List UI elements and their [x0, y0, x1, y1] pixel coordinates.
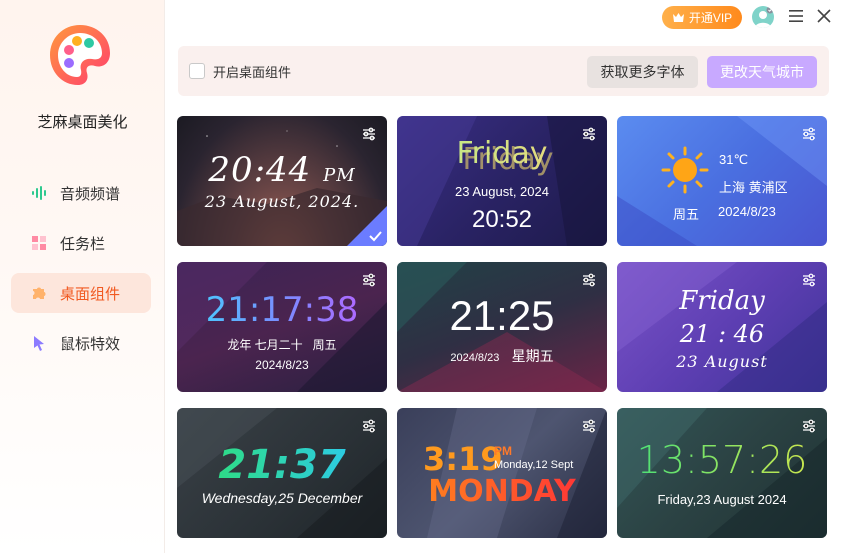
user-avatar[interactable]: [752, 6, 774, 28]
widget-card[interactable]: 3:19 PM Monday,12 Sept MONDAY: [397, 408, 607, 538]
vip-button[interactable]: 开通VIP: [662, 6, 742, 29]
widget-day: Friday: [679, 286, 765, 316]
sidebar-item-audio-spectrum[interactable]: 音频频谱: [11, 173, 151, 213]
widget-card[interactable]: 21:25 2024/8/23 星期五: [397, 262, 607, 392]
sidebar-item-taskbar[interactable]: 任务栏: [11, 223, 151, 263]
widget-date: Wednesday,25 December: [201, 490, 363, 506]
widget-time: 21:17:38: [177, 290, 387, 330]
change-city-button[interactable]: 更改天气城市: [707, 56, 817, 88]
puzzle-icon: [31, 285, 47, 301]
more-fonts-button[interactable]: 获取更多字体: [587, 56, 698, 88]
widget-date: 2024/8/23: [450, 352, 500, 364]
enable-widget-checkbox[interactable]: [189, 63, 205, 79]
widget-card[interactable]: Friday 21 : 46 23 August: [617, 262, 827, 392]
widget-date: 2024/8/23: [718, 204, 776, 219]
widget-ampm: PM: [323, 165, 356, 186]
widget-weekday: 周五: [673, 207, 700, 222]
widget-date: 2024/8/23: [255, 358, 309, 372]
user-icon: [755, 6, 774, 28]
sidebar-item-label: 桌面组件: [60, 285, 121, 303]
widget-time: 13:57:26: [617, 438, 827, 482]
widget-settings-icon[interactable]: [581, 272, 597, 288]
widget-settings-icon[interactable]: [361, 272, 377, 288]
widget-settings-icon[interactable]: [581, 418, 597, 434]
sidebar-item-label: 任务栏: [60, 235, 106, 253]
widget-lunar-date: 龙年 七月二十 周五: [177, 336, 387, 353]
app-name: 芝麻桌面美化: [37, 114, 128, 131]
widget-settings-icon[interactable]: [361, 126, 377, 142]
widget-toolbar: 开启桌面组件 获取更多字体 更改天气城市: [178, 46, 829, 96]
weather-location: 上海 黄浦区: [719, 180, 788, 195]
widget-card[interactable]: 13:57:26 Friday,23 August 2024: [617, 408, 827, 538]
sidebar-item-desktop-widgets[interactable]: 桌面组件: [11, 273, 151, 313]
close-icon[interactable]: [817, 9, 831, 23]
widget-weekday: 星期五: [511, 348, 554, 364]
sidebar-item-label: 鼠标特效: [60, 335, 121, 353]
crown-icon: [672, 13, 684, 22]
widget-time: 21:25: [449, 292, 555, 339]
widget-time: 3:19: [423, 440, 503, 478]
widget-time: 20:52: [471, 206, 533, 233]
taskbar-icon: [31, 235, 47, 251]
widget-date-row: 2024/8/23 星期五: [397, 346, 607, 366]
widget-card[interactable]: 20:44 PM 23 August, 2024.: [177, 116, 387, 246]
menu-icon[interactable]: [789, 9, 803, 23]
widget-date: Monday,12 Sept: [494, 459, 574, 471]
sidebar-item-mouse-effects[interactable]: 鼠标特效: [11, 323, 151, 363]
sidebar-item-label: 音频频谱: [60, 185, 121, 203]
widget-day: Friday: [397, 136, 607, 171]
widget-lunar: 龙年 七月二十: [227, 338, 303, 352]
palette-logo-icon: [50, 25, 110, 85]
widget-time: 21 : 46: [679, 320, 765, 348]
audio-spectrum-icon: [31, 185, 47, 201]
widget-settings-icon[interactable]: [801, 126, 817, 142]
widget-day: MONDAY: [397, 474, 607, 509]
vip-label: 开通VIP: [688, 11, 733, 25]
sun-icon: [661, 146, 709, 194]
widget-card[interactable]: Friday Friday 23 August, 2024 20:52: [397, 116, 607, 246]
widget-card[interactable]: 21:37 Wednesday,25 December: [177, 408, 387, 538]
widget-card[interactable]: 21:17:38 龙年 七月二十 周五 2024/8/23: [177, 262, 387, 392]
widget-settings-icon[interactable]: [361, 418, 377, 434]
weather-temperature: 31℃: [719, 152, 749, 167]
sidebar-nav: 音频频谱 任务栏 桌面组件 鼠标特效: [11, 173, 151, 373]
widget-ampm: PM: [494, 444, 512, 458]
widget-settings-icon[interactable]: [801, 418, 817, 434]
widget-date: 23 August, 2024: [455, 184, 549, 199]
sidebar: 芝麻桌面美化 音频频谱 任务栏 桌面组件 鼠标特效: [0, 0, 165, 553]
widget-weekday: 周五: [312, 338, 337, 352]
cursor-icon: [31, 335, 47, 351]
widget-date: Friday,23 August 2024: [657, 492, 787, 507]
widget-time: 20:44 PM: [177, 150, 387, 190]
widget-date: 23 August: [676, 352, 768, 371]
selected-check-icon: [347, 206, 387, 246]
widget-time-value: 20:44: [208, 150, 312, 190]
widget-card[interactable]: 31℃ 上海 黄浦区 周五 2024/8/23: [617, 116, 827, 246]
enable-widget-label: 开启桌面组件: [213, 65, 292, 80]
widget-time: 21:37: [177, 442, 387, 488]
